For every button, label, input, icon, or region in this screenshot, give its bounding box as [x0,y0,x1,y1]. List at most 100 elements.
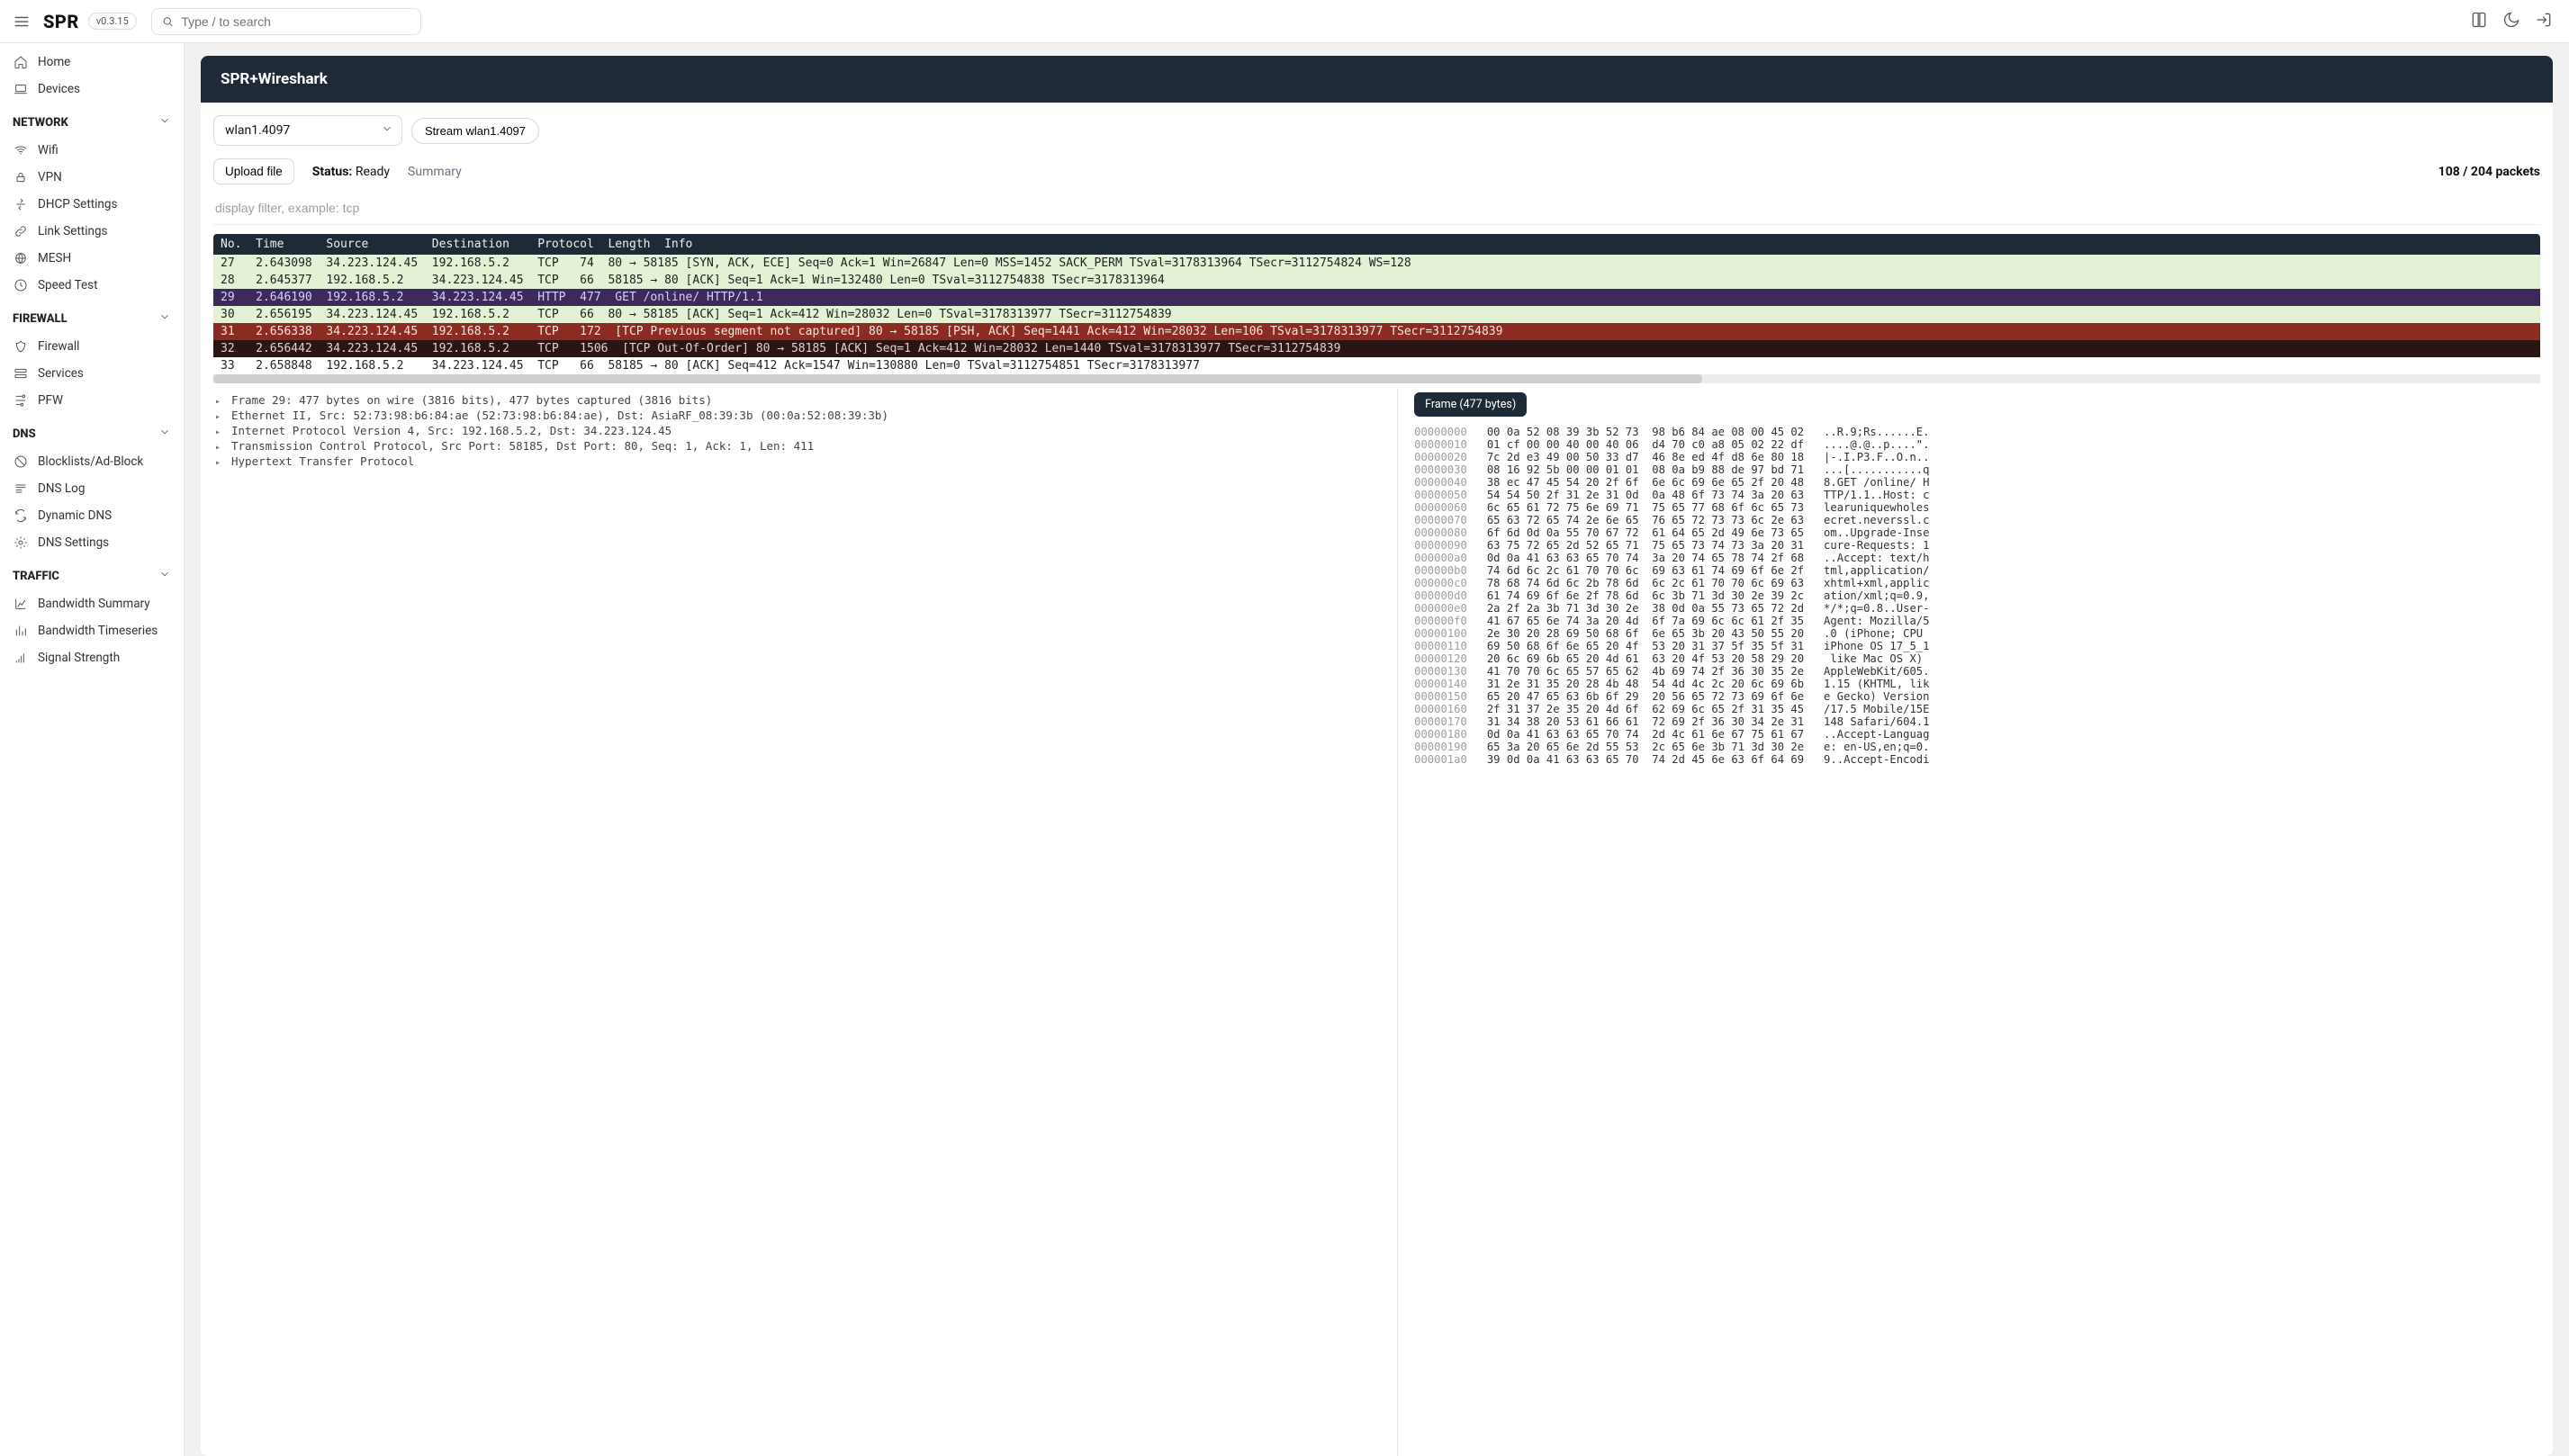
sidebar-item-blocklists-ad-block[interactable]: Blocklists/Ad-Block [0,448,184,475]
sidebar-item-bandwidth-summary[interactable]: Bandwidth Summary [0,590,184,617]
sidebar-item-blocklists-ad-block-icon [13,454,29,469]
sidebar-item-bandwidth-timeseries-icon [13,624,29,638]
logout-button[interactable] [2535,11,2553,32]
sidebar-item-signal-strength[interactable]: Signal Strength [0,644,184,671]
topbar-right [2470,11,2560,32]
packet-table-header: No. Time Source Destination Protocol Len… [213,234,2540,255]
sidebar-item-link-settings[interactable]: Link Settings [0,218,184,245]
sidebar-item-pfw-icon [13,393,29,408]
sidebar-item-mesh[interactable]: MESH [0,245,184,272]
sidebar-section-dns[interactable]: DNS [0,419,184,448]
packet-row[interactable]: 32 2.656442 34.223.124.45 192.168.5.2 TC… [213,340,2540,357]
hex-pane[interactable]: Frame (477 bytes) 00000000 00 0a 52 08 3… [1398,389,2540,1456]
hex-line: 00000050 54 54 50 2f 31 2e 31 0d 0a 48 6… [1414,489,2535,501]
tree-item[interactable]: Ethernet II, Src: 52:73:98:b6:84:ae (52:… [215,408,1392,423]
hex-line: 00000170 31 34 38 20 53 61 66 61 72 69 2… [1414,715,2535,728]
sidebar-item-services[interactable]: Services [0,360,184,387]
tree-item[interactable]: Hypertext Transfer Protocol [215,454,1392,469]
packet-row[interactable]: 33 2.658848 192.168.5.2 34.223.124.45 TC… [213,357,2540,374]
upload-file-button[interactable]: Upload file [213,158,294,184]
packet-row[interactable]: 28 2.645377 192.168.5.2 34.223.124.45 TC… [213,272,2540,289]
hex-line: 00000060 6c 65 61 72 75 6e 69 71 75 65 7… [1414,501,2535,514]
sidebar-item-devices[interactable]: Devices [0,76,184,103]
stream-button[interactable]: Stream wlan1.4097 [411,118,539,144]
search-icon [161,14,175,29]
sidebar-item-speed-test[interactable]: Speed Test [0,272,184,299]
search-input[interactable] [181,14,410,29]
sidebar-item-label: Bandwidth Summary [38,597,150,611]
sidebar-item-label: Link Settings [38,224,108,238]
scrollbar-thumb[interactable] [213,374,1702,383]
status-value: Ready [356,165,390,179]
hex-line: 00000080 6f 6d 0d 0a 55 70 67 72 61 64 6… [1414,526,2535,539]
chevron-down-icon [158,426,171,442]
sidebar-item-label: Signal Strength [38,651,120,665]
sidebar-item-label: Wifi [38,143,59,157]
section-label: TRAFFIC [13,570,59,583]
hex-line: 00000070 65 63 72 65 74 2e 6e 65 76 65 7… [1414,514,2535,526]
sidebar-item-label: Blocklists/Ad-Block [38,454,143,469]
sidebar-item-dhcp-settings[interactable]: DHCP Settings [0,191,184,218]
sidebar-item-dns-log[interactable]: DNS Log [0,475,184,502]
sidebar-item-bandwidth-summary-icon [13,597,29,611]
hex-line: 00000090 63 75 72 65 2d 52 65 71 75 65 7… [1414,539,2535,552]
sidebar-item-dynamic-dns-icon [13,508,29,523]
summary-link[interactable]: Summary [408,165,462,179]
sidebar-item-wifi[interactable]: Wifi [0,137,184,164]
sidebar-item-home[interactable]: Home [0,49,184,76]
packet-row[interactable]: 31 2.656338 34.223.124.45 192.168.5.2 TC… [213,323,2540,340]
sidebar-item-bandwidth-timeseries[interactable]: Bandwidth Timeseries [0,617,184,644]
chevron-down-icon [158,568,171,584]
tree-item[interactable]: Transmission Control Protocol, Src Port:… [215,438,1392,454]
hex-line: 00000100 2e 30 20 28 69 50 68 6f 6e 65 3… [1414,627,2535,640]
sidebar-item-vpn[interactable]: VPN [0,164,184,191]
sidebar-item-label: Devices [38,82,80,96]
status-label: Status: Ready [312,165,390,179]
packets-count: 108 / 204 packets [2438,165,2540,179]
sidebar: Home Devices NETWORK Wifi VPN DHCP Setting… [0,43,185,1456]
display-filter-input[interactable] [213,195,2540,225]
status-label-key: Status: [312,165,353,179]
hex-line: 000001a0 39 0d 0a 41 63 63 65 70 74 2d 4… [1414,753,2535,766]
menu-toggle-button[interactable] [9,9,34,34]
sidebar-item-dns-settings[interactable]: DNS Settings [0,529,184,556]
hex-line: 000000c0 78 68 74 6d 6c 2b 78 6d 6c 2c 6… [1414,577,2535,589]
packet-row[interactable]: 30 2.656195 34.223.124.45 192.168.5.2 TC… [213,306,2540,323]
packet-row[interactable]: 27 2.643098 34.223.124.45 192.168.5.2 TC… [213,255,2540,272]
sidebar-item-dynamic-dns[interactable]: Dynamic DNS [0,502,184,529]
horiz-scrollbar[interactable] [213,374,2540,383]
laptop-icon [13,82,29,96]
sidebar-section-network[interactable]: NETWORK [0,108,184,137]
triangle-right-icon [215,454,226,468]
moon-icon [2502,11,2520,29]
interface-select[interactable]: wlan1.4097 [213,115,402,146]
global-search[interactable] [151,8,421,35]
sidebar-item-firewall[interactable]: Firewall [0,333,184,360]
topbar: SPR v0.3.15 [0,0,2569,43]
sidebar-section-traffic[interactable]: TRAFFIC [0,562,184,590]
section-label: NETWORK [13,116,68,130]
tree-item[interactable]: Frame 29: 477 bytes on wire (3816 bits),… [215,392,1392,408]
packet-table[interactable]: No. Time Source Destination Protocol Len… [213,234,2540,374]
hex-line: 00000010 01 cf 00 00 40 00 40 06 d4 70 c… [1414,438,2535,451]
tree-item[interactable]: Internet Protocol Version 4, Src: 192.16… [215,423,1392,438]
packet-row[interactable]: 29 2.646190 192.168.5.2 34.223.124.45 HT… [213,289,2540,306]
sidebar-item-label: VPN [38,170,62,184]
docs-button[interactable] [2470,11,2488,32]
sidebar-item-pfw[interactable]: PFW [0,387,184,414]
triangle-right-icon [215,409,226,422]
hex-line: 000000a0 0d 0a 41 63 63 65 70 74 3a 20 7… [1414,552,2535,564]
sidebar-item-label: Services [38,366,84,381]
hex-dump: 00000000 00 0a 52 08 39 3b 52 73 98 b6 8… [1414,426,2535,766]
chevron-down-icon [381,122,393,139]
hex-line: 00000160 2f 31 37 2e 35 20 4d 6f 62 69 6… [1414,703,2535,715]
sidebar-item-label: PFW [38,393,63,408]
theme-toggle-button[interactable] [2502,11,2520,32]
hex-line: 00000140 31 2e 31 35 20 28 4b 48 54 4d 4… [1414,678,2535,690]
sidebar-section-firewall[interactable]: FIREWALL [0,304,184,333]
sidebar-item-label: MESH [38,251,71,265]
packet-tree-pane[interactable]: Frame 29: 477 bytes on wire (3816 bits),… [213,389,1398,1456]
triangle-right-icon [215,424,226,437]
sidebar-item-label: Dynamic DNS [38,508,112,523]
sidebar-item-dns-log-icon [13,481,29,496]
